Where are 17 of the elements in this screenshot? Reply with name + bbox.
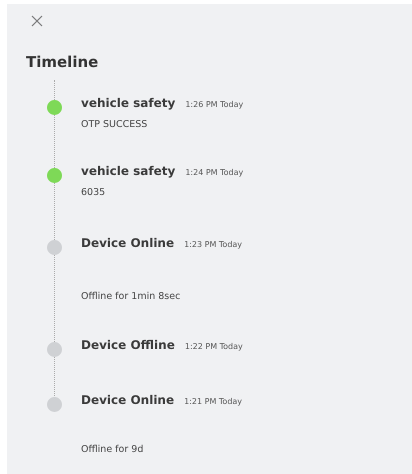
close-button[interactable] (29, 13, 45, 29)
event-title: Device Offline (81, 336, 175, 354)
event-detail: OTP SUCCESS (81, 118, 148, 132)
close-icon (31, 15, 43, 27)
event-title: vehicle safety (81, 162, 176, 180)
event-title: Device Online (81, 234, 174, 252)
event-time: 1:24 PM Today (185, 166, 244, 178)
event-detail: 6035 (81, 186, 106, 200)
event-time: 1:23 PM Today (184, 238, 242, 250)
event-title: Device Online (81, 392, 174, 408)
event-detail: Offline for 9d (81, 442, 144, 456)
event-time: 1:22 PM Today (184, 340, 243, 352)
event-detail: Offline for 1min 8sec (81, 290, 182, 304)
event-time: 1:26 PM Today (185, 98, 244, 110)
event-title: vehicle safety (81, 94, 176, 112)
timeline-heading: Timeline (26, 52, 100, 73)
event-time: 1:21 PM Today (184, 396, 242, 408)
